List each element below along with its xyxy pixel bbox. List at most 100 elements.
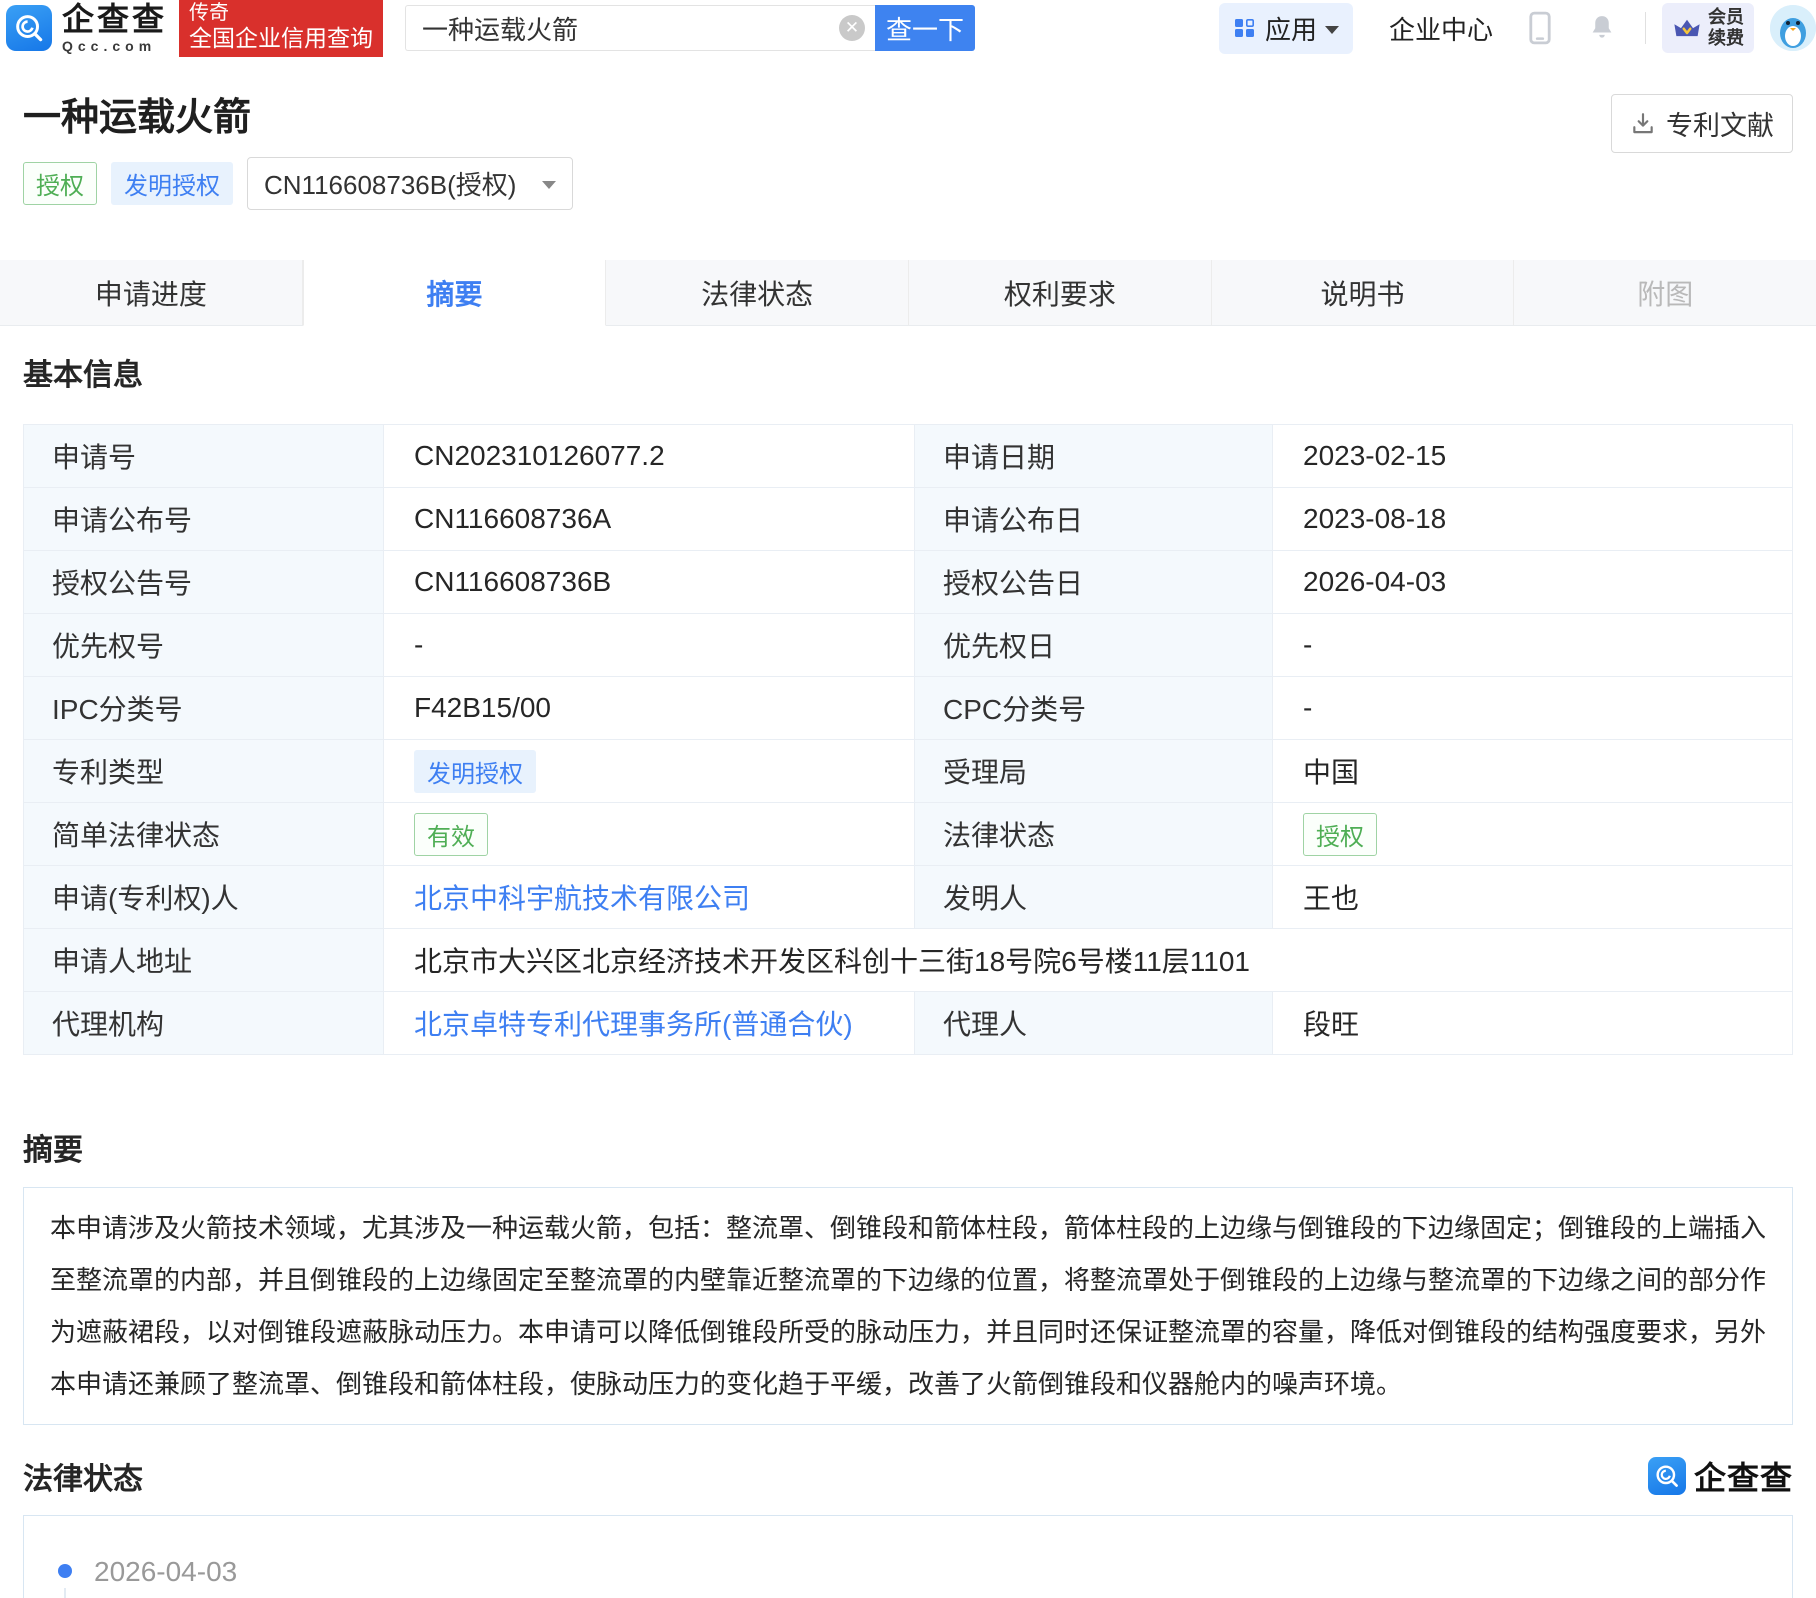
info-value: CN116608736B <box>384 551 915 614</box>
top-header: 企查查 Qcc.com 传奇 全国企业信用查询 ✕ 查一下 应用 企业中心 <box>0 0 1816 56</box>
timeline-item: 2026-04-03授权 <box>24 1556 1792 1598</box>
qcc-watermark-text: 企查查 <box>1694 1453 1793 1499</box>
qcc-logo-icon[interactable] <box>6 5 52 51</box>
info-label: 专利类型 <box>24 740 384 803</box>
info-value: - <box>1273 614 1793 677</box>
applicant-company-link[interactable]: 北京中科宇航技术有限公司 <box>414 883 750 914</box>
brand-wordmark[interactable]: 企查查 Qcc.com <box>62 3 167 53</box>
info-row: IPC分类号F42B15/00CPC分类号- <box>24 677 1793 740</box>
tab-附图: 附图 <box>1514 260 1816 326</box>
basic-info-table: 申请号CN202310126077.2申请日期2023-02-15申请公布号CN… <box>23 424 1793 1055</box>
timeline-date: 2026-04-03 <box>94 1556 1792 1588</box>
info-row: 申请(专利权)人北京中科宇航技术有限公司发明人王也 <box>24 866 1793 929</box>
info-value: CN116608736A <box>384 488 915 551</box>
info-value: 北京中科宇航技术有限公司 <box>384 866 915 929</box>
tabs: 申请进度摘要法律状态权利要求说明书附图 <box>0 260 1816 326</box>
info-label: 受理局 <box>915 740 1273 803</box>
info-label: 法律状态 <box>915 803 1273 866</box>
badge-row: 授权 发明授权 CN116608736B(授权) <box>23 157 1793 210</box>
info-label: CPC分类号 <box>915 677 1273 740</box>
header-nav: 应用 企业中心 会员 续费 <box>1219 3 1816 54</box>
tab-申请进度[interactable]: 申请进度 <box>0 260 303 326</box>
patent-type-badge: 发明授权 <box>111 162 233 205</box>
status-badge: 授权 <box>1303 813 1377 856</box>
info-value: 有效 <box>384 803 915 866</box>
info-value: - <box>1273 677 1793 740</box>
info-label: 申请公布号 <box>24 488 384 551</box>
grant-status-badge: 授权 <box>23 162 97 205</box>
promo-line2: 全国企业信用查询 <box>189 25 373 51</box>
info-value: 中国 <box>1273 740 1793 803</box>
info-row: 代理机构北京卓特专利代理事务所(普通合伙) 代理人段旺 <box>24 992 1793 1055</box>
info-value: 段旺 <box>1273 992 1793 1055</box>
info-row: 专利类型发明授权 受理局中国 <box>24 740 1793 803</box>
search-input[interactable] <box>422 13 829 44</box>
clear-search-icon[interactable]: ✕ <box>839 15 865 41</box>
brand-name: 企查查 <box>62 3 167 35</box>
status-badge: 有效 <box>414 813 488 856</box>
info-value: - <box>384 614 915 677</box>
timeline-dot-icon <box>58 1564 72 1578</box>
info-row: 简单法律状态有效 法律状态授权 <box>24 803 1793 866</box>
info-row: 申请人地址北京市大兴区北京经济技术开发区科创十三街18号院6号楼11层1101 <box>24 929 1793 992</box>
publication-select-value: CN116608736B(授权) <box>264 165 516 202</box>
timeline-connector <box>64 1588 66 1598</box>
apps-label: 应用 <box>1265 10 1317 47</box>
info-row: 授权公告号CN116608736B授权公告日2026-04-03 <box>24 551 1793 614</box>
info-value: 北京卓特专利代理事务所(普通合伙) <box>384 992 915 1055</box>
download-icon <box>1630 111 1656 137</box>
info-value: 发明授权 <box>384 740 915 803</box>
info-value: 授权 <box>1273 803 1793 866</box>
user-avatar[interactable] <box>1770 5 1816 51</box>
info-label: 简单法律状态 <box>24 803 384 866</box>
tab-法律状态[interactable]: 法律状态 <box>606 260 909 326</box>
info-label: 申请日期 <box>915 425 1273 488</box>
tab-权利要求[interactable]: 权利要求 <box>909 260 1212 326</box>
chevron-down-icon <box>1325 26 1339 34</box>
vip-label: 会员 续费 <box>1708 7 1744 48</box>
vip-crown-icon <box>1672 13 1702 43</box>
info-value: 2023-02-15 <box>1273 425 1793 488</box>
info-label: 代理人 <box>915 992 1273 1055</box>
status-badge: 发明授权 <box>414 750 536 793</box>
legal-status-header-row: 法律状态 企查查 <box>23 1453 1793 1499</box>
search-bar: ✕ <box>405 5 875 51</box>
info-label: 申请号 <box>24 425 384 488</box>
qcc-watermark: 企查查 <box>1648 1453 1793 1499</box>
enterprise-center-link[interactable]: 企业中心 <box>1389 10 1493 47</box>
info-label: 优先权日 <box>915 614 1273 677</box>
info-label: 代理机构 <box>24 992 384 1055</box>
info-value: 2023-08-18 <box>1273 488 1793 551</box>
tab-说明书[interactable]: 说明书 <box>1212 260 1515 326</box>
vip-renew-button[interactable]: 会员 续费 <box>1662 3 1754 52</box>
abstract-heading: 摘要 <box>23 1125 1793 1169</box>
agency-link[interactable]: 北京卓特专利代理事务所(普通合伙) <box>414 1009 853 1040</box>
patent-document-button[interactable]: 专利文献 <box>1611 94 1793 153</box>
chevron-down-icon <box>542 181 556 189</box>
patent-title-section: 一种运载火箭 授权 发明授权 CN116608736B(授权) 专利文献 <box>23 86 1793 210</box>
mobile-app-icon[interactable] <box>1525 11 1555 45</box>
info-label: 授权公告日 <box>915 551 1273 614</box>
basic-info-heading: 基本信息 <box>23 350 1793 394</box>
publication-select[interactable]: CN116608736B(授权) <box>247 157 573 210</box>
apps-menu-button[interactable]: 应用 <box>1219 3 1353 54</box>
search-button[interactable]: 查一下 <box>875 5 975 51</box>
legal-status-timeline: 2026-04-03授权 <box>23 1515 1793 1598</box>
info-label: 优先权号 <box>24 614 384 677</box>
apps-grid-icon <box>1233 16 1257 40</box>
info-value: 北京市大兴区北京经济技术开发区科创十三街18号院6号楼11层1101 <box>384 929 1793 992</box>
info-label: 授权公告号 <box>24 551 384 614</box>
info-label: 申请公布日 <box>915 488 1273 551</box>
brand-domain: Qcc.com <box>62 39 167 53</box>
qcc-watermark-icon <box>1648 1457 1686 1495</box>
promo-banner: 传奇 全国企业信用查询 <box>179 0 383 57</box>
info-label: 申请人地址 <box>24 929 384 992</box>
nav-divider <box>1645 12 1646 44</box>
notifications-bell-icon[interactable] <box>1587 12 1617 44</box>
info-value: 2026-04-03 <box>1273 551 1793 614</box>
info-value: CN202310126077.2 <box>384 425 915 488</box>
info-label: 发明人 <box>915 866 1273 929</box>
info-row: 申请公布号CN116608736A申请公布日2023-08-18 <box>24 488 1793 551</box>
page-title: 一种运载火箭 <box>23 86 1793 141</box>
tab-摘要[interactable]: 摘要 <box>303 260 607 326</box>
